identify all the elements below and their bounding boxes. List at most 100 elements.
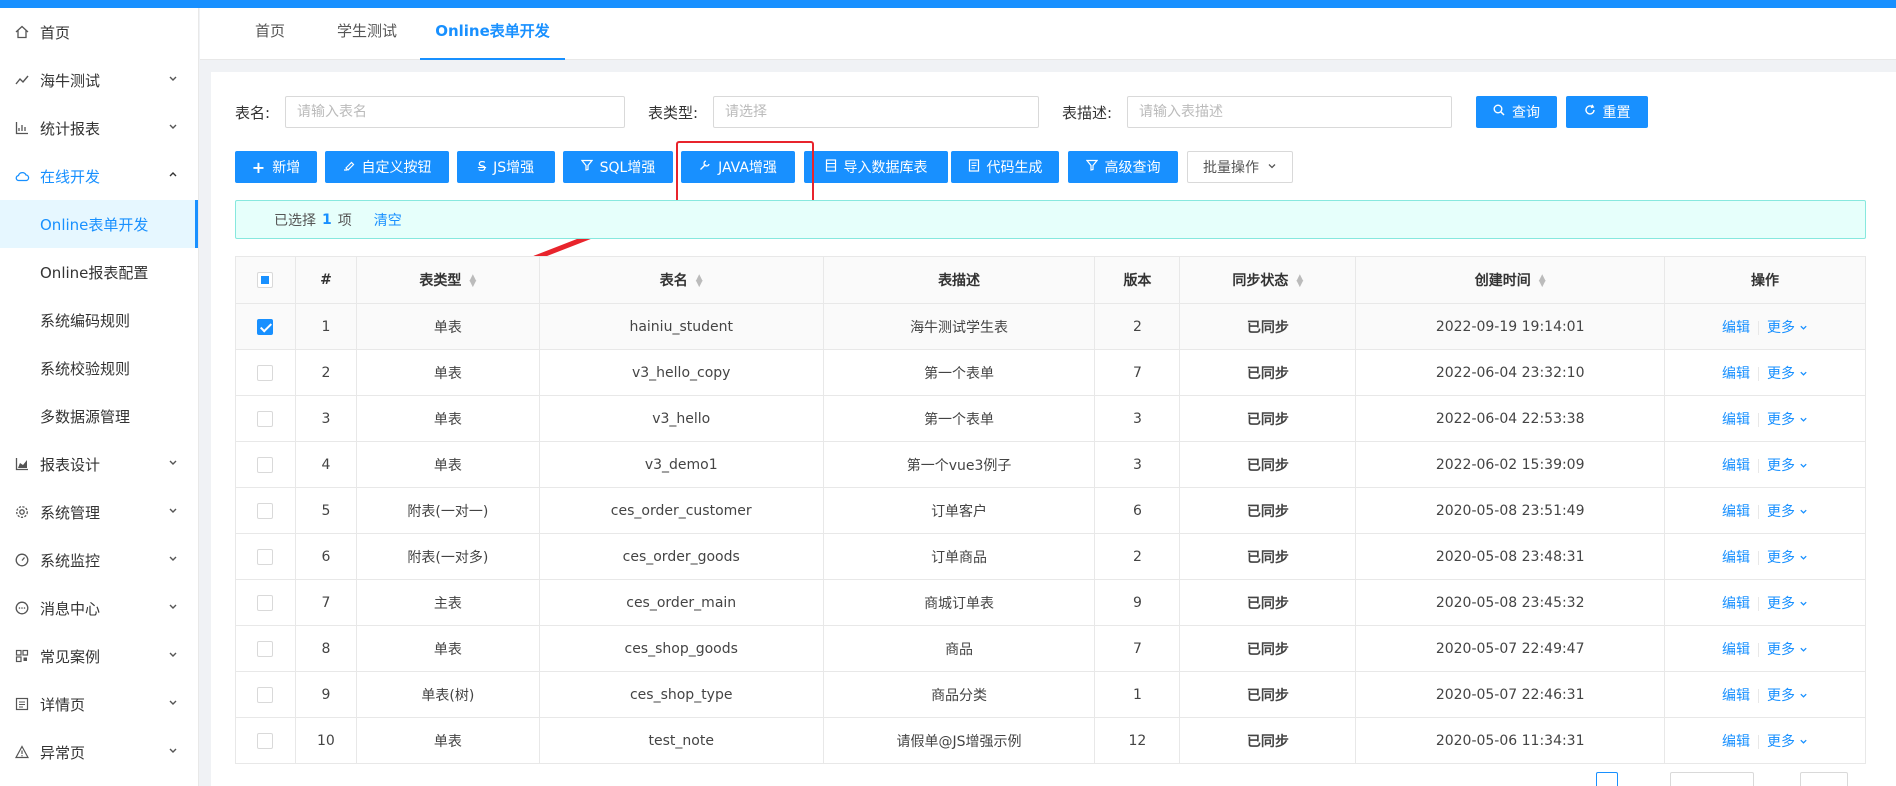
row-sync-status: 已同步	[1179, 671, 1357, 718]
edit-link[interactable]: 编辑	[1722, 366, 1750, 382]
sidebar-item-system-monitor[interactable]: 系统监控	[0, 536, 198, 584]
select-all-checkbox[interactable]	[257, 272, 274, 288]
custom-button[interactable]: 自定义按钮	[325, 151, 449, 183]
row-select-cell[interactable]	[235, 441, 296, 488]
page-size-select[interactable]	[1670, 772, 1754, 786]
row-select-cell[interactable]	[235, 303, 296, 350]
pagination-current-page[interactable]	[1596, 772, 1618, 786]
more-dropdown[interactable]: 更多	[1767, 504, 1808, 520]
sidebar-item-system-manage[interactable]: 系统管理	[0, 488, 198, 536]
row-index: 9	[294, 671, 357, 718]
table-name-input[interactable]: 请输入表名	[285, 96, 625, 128]
more-dropdown[interactable]: 更多	[1767, 550, 1808, 566]
row-select-cell[interactable]	[235, 717, 296, 764]
col-name-header[interactable]: 表名 ▲ ▼	[538, 256, 824, 304]
col-sync-header[interactable]: 同步状态 ▲ ▼	[1179, 256, 1357, 304]
advanced-query-button[interactable]: 高级查询	[1068, 151, 1178, 183]
row-select-cell[interactable]	[235, 579, 296, 626]
tab-home[interactable]: 首页	[240, 8, 300, 60]
more-dropdown[interactable]: 更多	[1767, 412, 1808, 428]
tab-student-test[interactable]: 学生测试	[322, 8, 412, 60]
js-enhance-button[interactable]: S JS增强	[457, 151, 555, 183]
edit-link[interactable]: 编辑	[1722, 550, 1750, 566]
sidebar-subitem-check-rules[interactable]: 系统校验规则	[0, 344, 198, 392]
table-row[interactable]: 10 单表 test_note 请假单@JS增强示例 12 已同步 2020-05-06 1…	[235, 717, 1866, 764]
table-type-select[interactable]: 请选择	[713, 96, 1039, 128]
sidebar-item-exception-page[interactable]: 异常页	[0, 728, 198, 776]
row-checkbox[interactable]	[257, 686, 274, 703]
row-select-cell[interactable]	[235, 349, 296, 396]
more-dropdown[interactable]: 更多	[1767, 458, 1808, 474]
row-checkbox[interactable]	[257, 456, 274, 473]
row-select-cell[interactable]	[235, 671, 296, 718]
row-select-cell[interactable]	[235, 487, 296, 534]
row-select-cell[interactable]	[235, 533, 296, 580]
sidebar-subitem-online-report[interactable]: Online报表配置	[0, 248, 198, 296]
edit-link[interactable]: 编辑	[1722, 320, 1750, 336]
sidebar-item-home[interactable]: 首页	[0, 8, 198, 56]
table-row[interactable]: 4 单表 v3_demo1 第一个vue3例子 3 已同步 2022-06-02 15:39…	[235, 441, 1866, 488]
row-select-cell[interactable]	[235, 625, 296, 672]
batch-operation-dropdown[interactable]: 批量操作	[1187, 151, 1293, 183]
row-checkbox[interactable]	[257, 364, 274, 381]
sidebar-item-hainiu-test[interactable]: 海牛测试	[0, 56, 198, 104]
more-dropdown[interactable]: 更多	[1767, 688, 1808, 704]
row-checkbox[interactable]	[257, 732, 274, 749]
table-row[interactable]: 7 主表 ces_order_main 商城订单表 9 已同步 2020-05-08 23:…	[235, 579, 1866, 626]
row-checkbox[interactable]	[257, 502, 274, 519]
table-row[interactable]: 2 单表 v3_hello_copy 第一个表单 7 已同步 2022-06-04 23:3…	[235, 349, 1866, 396]
row-checkbox[interactable]	[257, 594, 274, 611]
sidebar-item-online-dev[interactable]: 在线开发	[0, 152, 198, 200]
sidebar-item-report-design[interactable]: 报表设计	[0, 440, 198, 488]
table-desc-input[interactable]: 请输入表描述	[1127, 96, 1452, 128]
table-row[interactable]: 5 附表(一对一) ces_order_customer 订单客户 6 已同步 2020-0…	[235, 487, 1866, 534]
edit-link[interactable]: 编辑	[1722, 412, 1750, 428]
sidebar-item-message-center[interactable]: 消息中心	[0, 584, 198, 632]
more-dropdown[interactable]: 更多	[1767, 596, 1808, 612]
row-checkbox[interactable]	[257, 318, 274, 335]
row-checkbox[interactable]	[257, 640, 274, 657]
more-dropdown[interactable]: 更多	[1767, 320, 1808, 336]
table-row[interactable]: 6 附表(一对多) ces_order_goods 订单商品 2 已同步 2020-05-0…	[235, 533, 1866, 580]
edit-link[interactable]: 编辑	[1722, 596, 1750, 612]
row-checkbox[interactable]	[257, 548, 274, 565]
sidebar-item-reports[interactable]: 统计报表	[0, 104, 198, 152]
add-button[interactable]: + 新增	[235, 151, 317, 183]
table-row[interactable]: 9 单表(树) ces_shop_type 商品分类 1 已同步 2020-05-07 22…	[235, 671, 1866, 718]
row-index: 7	[294, 579, 357, 626]
row-description: 订单客户	[822, 487, 1096, 534]
edit-link[interactable]: 编辑	[1722, 504, 1750, 520]
col-type-header[interactable]: 表类型 ▲ ▼	[355, 256, 540, 304]
code-generate-button[interactable]: 代码生成	[951, 151, 1059, 183]
table-row[interactable]: 3 单表 v3_hello 第一个表单 3 已同步 2022-06-04 22:53:38 编…	[235, 395, 1866, 442]
search-button[interactable]: 查询	[1476, 96, 1557, 128]
sidebar-subitem-online-form[interactable]: Online表单开发	[0, 200, 198, 248]
sidebar-item-cases[interactable]: 常见案例	[0, 632, 198, 680]
sql-enhance-button[interactable]: SQL增强	[563, 151, 673, 183]
edit-link[interactable]: 编辑	[1722, 642, 1750, 658]
more-dropdown[interactable]: 更多	[1767, 642, 1808, 658]
sort-icon[interactable]: ▲ ▼	[1296, 274, 1303, 289]
table-row[interactable]: 8 单表 ces_shop_goods 商品 7 已同步 2020-05-07 22:49:…	[235, 625, 1866, 672]
more-dropdown[interactable]: 更多	[1767, 734, 1808, 750]
edit-link[interactable]: 编辑	[1722, 734, 1750, 750]
reset-button[interactable]: 重置	[1566, 96, 1648, 128]
select-all-cell[interactable]	[235, 256, 296, 304]
sort-icon[interactable]: ▲ ▼	[469, 274, 476, 289]
import-db-table-button[interactable]: 导入数据库表	[804, 151, 948, 183]
row-select-cell[interactable]	[235, 395, 296, 442]
edit-link[interactable]: 编辑	[1722, 458, 1750, 474]
table-row[interactable]: 1 单表 hainiu_student 海牛测试学生表 2 已同步 2022-09-19 1…	[235, 303, 1866, 350]
tab-online-form[interactable]: Online表单开发	[420, 8, 565, 60]
sort-icon[interactable]: ▲ ▼	[696, 274, 703, 289]
sidebar-subitem-datasource[interactable]: 多数据源管理	[0, 392, 198, 440]
sidebar-subitem-code-rules[interactable]: 系统编码规则	[0, 296, 198, 344]
edit-link[interactable]: 编辑	[1722, 688, 1750, 704]
clear-selection-link[interactable]: 清空	[374, 210, 402, 230]
row-checkbox[interactable]	[257, 410, 274, 427]
page-jump-input[interactable]	[1800, 772, 1848, 786]
sidebar-item-detail-page[interactable]: 详情页	[0, 680, 198, 728]
col-created-header[interactable]: 创建时间 ▲ ▼	[1355, 256, 1666, 304]
sort-icon[interactable]: ▲ ▼	[1539, 274, 1546, 289]
more-dropdown[interactable]: 更多	[1767, 366, 1808, 382]
